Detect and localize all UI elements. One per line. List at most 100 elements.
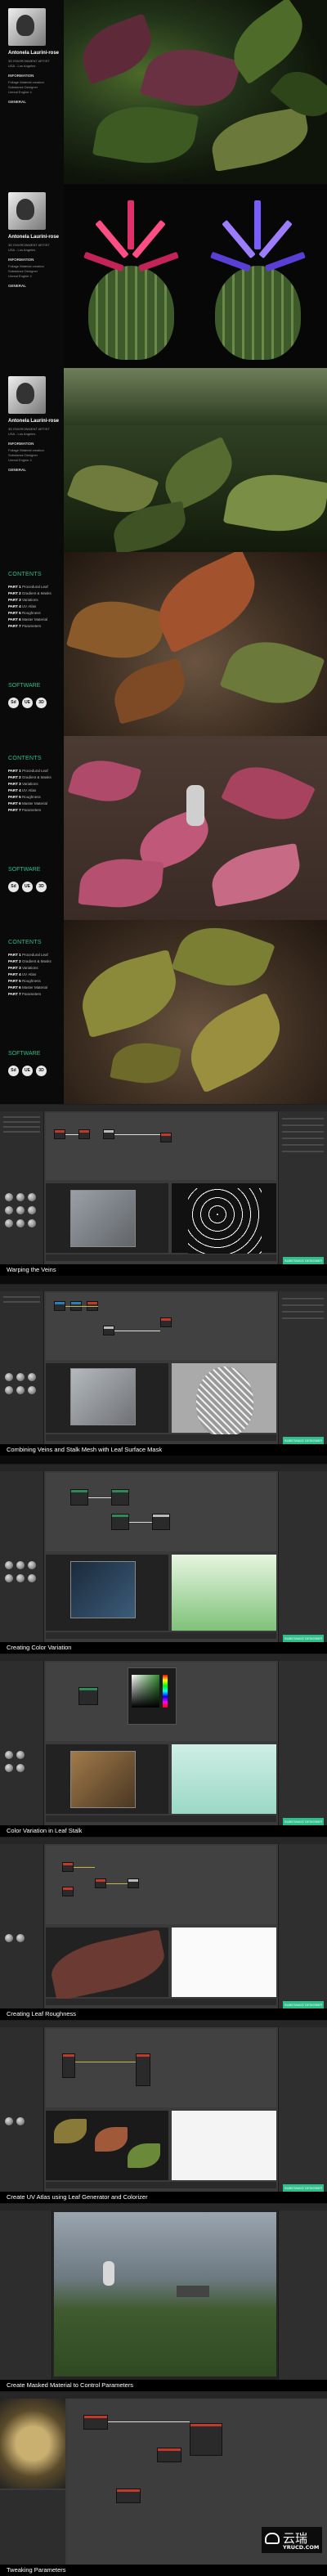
menu-bar[interactable]	[0, 1465, 327, 1471]
contents-item[interactable]: PART 3 Variations	[8, 966, 38, 970]
general-tag: GENERAL	[8, 284, 27, 288]
menu-bar[interactable]	[0, 1285, 327, 1291]
3d-viewport[interactable]	[46, 2111, 168, 2180]
contents-item[interactable]: PART 2 Gradient & Masks	[8, 591, 52, 595]
menu-bar[interactable]	[0, 1105, 327, 1111]
viewport-toolbar[interactable]	[46, 1632, 276, 1639]
viewport-toolbar[interactable]	[46, 1434, 276, 1441]
contents-panel: CONTENTS PART 1 Procedural Leaf PART 2 G…	[0, 920, 64, 1104]
info-line: Foliage Material creation	[8, 264, 44, 268]
2d-viewport[interactable]	[172, 2111, 276, 2180]
info-line: Unreal Engine 4	[8, 90, 32, 94]
contents-item[interactable]: PART 7 Parameters	[8, 808, 41, 812]
node-graph[interactable]	[46, 1846, 276, 1924]
viewport-toolbar[interactable]	[46, 1999, 276, 2005]
library-panel	[0, 1471, 44, 1642]
contents-item[interactable]: PART 4 UV Atlas	[8, 788, 36, 792]
plant-render-pink	[64, 736, 327, 920]
watermark-sub: YRUCD.COM	[283, 2544, 320, 2551]
menu-bar[interactable]	[0, 2204, 327, 2210]
contents-item[interactable]: PART 1 Procedural Leaf	[8, 953, 48, 957]
properties-panel	[278, 1661, 327, 1825]
contents-item[interactable]: PART 3 Variations	[8, 598, 38, 602]
contents-item[interactable]: PART 2 Gradient & Masks	[8, 775, 52, 779]
contents-item[interactable]: PART 6 Master Material	[8, 801, 47, 806]
details-panel	[0, 2490, 65, 2565]
properties-panel	[278, 1291, 327, 1444]
contents-item[interactable]: PART 7 Parameters	[8, 624, 41, 628]
2d-viewport[interactable]	[172, 1555, 276, 1631]
editor-screenshot-1: SUBSTANCE DESIGNER	[0, 1104, 327, 1265]
caption-color-variation: Creating Color Variation	[0, 1642, 327, 1654]
general-tag: GENERAL	[8, 100, 27, 104]
3d-app-icon: 3D	[36, 1066, 47, 1076]
contents-item[interactable]: PART 4 UV Atlas	[8, 604, 36, 608]
node-graph[interactable]	[46, 1113, 276, 1180]
info-line: Substance Designer	[8, 85, 38, 89]
contents-section-3: CONTENTS PART 1 Procedural Leaf PART 2 G…	[0, 920, 327, 1104]
contents-title: CONTENTS	[8, 756, 42, 761]
software-title: SOFTWARE	[8, 1051, 41, 1057]
contents-section-1: CONTENTS PART 1 Procedural Leaf PART 2 G…	[0, 552, 327, 736]
2d-viewport[interactable]	[172, 1183, 276, 1254]
author-panel: Antonela Laurini-rose 3D ENVIRONMENT ART…	[0, 184, 64, 368]
level-viewport[interactable]	[54, 2212, 276, 2376]
contents-title: CONTENTS	[8, 940, 42, 945]
menu-bar[interactable]	[0, 1654, 327, 1661]
contents-item[interactable]: PART 6 Master Material	[8, 617, 47, 622]
contents-item[interactable]: PART 5 Roughness	[8, 979, 41, 983]
contents-item[interactable]: PART 1 Procedural Leaf	[8, 769, 48, 773]
2d-viewport[interactable]	[172, 1928, 276, 1997]
editor-screenshot-6: SUBSTANCE DESIGNER	[0, 2020, 327, 2192]
author-location: USA - Los Angeles	[8, 432, 36, 436]
viewport-toolbar[interactable]	[46, 1254, 276, 1261]
node-graph[interactable]	[46, 1293, 276, 1360]
3d-viewport[interactable]	[46, 1183, 168, 1253]
substance-icon: Sd	[8, 882, 19, 892]
info-heading: INFORMATION	[8, 442, 34, 446]
author-avatar	[8, 8, 46, 46]
contents-item[interactable]: PART 3 Variations	[8, 782, 38, 786]
node-graph[interactable]	[46, 1663, 276, 1741]
hero-section-2: Antonela Laurini-rose 3D ENVIRONMENT ART…	[0, 184, 327, 368]
unreal-icon: UE	[22, 882, 33, 892]
author-role: 3D ENVIRONMENT ARTIST	[8, 59, 50, 63]
material-preview[interactable]	[0, 2399, 65, 2488]
menu-bar[interactable]	[0, 1838, 327, 1844]
unreal-icon: UE	[22, 698, 33, 708]
color-picker[interactable]	[128, 1667, 177, 1725]
contents-item[interactable]: PART 2 Gradient & Masks	[8, 959, 52, 963]
contents-item[interactable]: PART 6 Master Material	[8, 985, 47, 990]
node-graph[interactable]	[46, 1473, 276, 1551]
info-line: Substance Designer	[8, 453, 38, 457]
author-location: USA - Los Angeles	[8, 248, 36, 252]
viewport-toolbar[interactable]	[46, 2182, 276, 2188]
contents-item[interactable]: PART 5 Roughness	[8, 611, 41, 615]
3d-viewport[interactable]	[46, 1744, 168, 1814]
library-panel	[0, 1661, 44, 1825]
caption-leaf-stalk: Color Variation in Leaf Stalk	[0, 1825, 327, 1837]
contents-title: CONTENTS	[8, 572, 42, 577]
caption-leaf-roughness: Creating Leaf Roughness	[0, 2008, 327, 2020]
contents-item[interactable]: PART 4 UV Atlas	[8, 972, 36, 976]
hero-section-1: Antonela Laurini-rose 3D ENVIRONMENT ART…	[0, 0, 327, 184]
3d-viewport[interactable]	[46, 1555, 168, 1631]
node-graph[interactable]	[46, 2029, 276, 2107]
viewport-toolbar[interactable]	[46, 1815, 276, 1822]
2d-viewport[interactable]	[172, 1744, 276, 1814]
caption-uv-atlas: Create UV Atlas using Leaf Generator and…	[0, 2192, 327, 2203]
substance-icon: Sd	[8, 1066, 19, 1076]
menu-bar[interactable]	[0, 2392, 327, 2399]
info-heading: INFORMATION	[8, 258, 34, 262]
2d-viewport[interactable]	[172, 1363, 276, 1437]
3d-viewport[interactable]	[46, 1928, 169, 2001]
contents-item[interactable]: PART 1 Procedural Leaf	[8, 585, 48, 589]
menu-bar[interactable]	[0, 2021, 327, 2027]
contents-item[interactable]: PART 7 Parameters	[8, 992, 41, 996]
contents-item[interactable]: PART 5 Roughness	[8, 795, 41, 799]
substance-icon: Sd	[8, 698, 19, 708]
3d-app-icon: 3D	[36, 698, 47, 708]
3d-viewport[interactable]	[46, 1363, 168, 1433]
author-location: USA - Los Angeles	[8, 64, 36, 68]
character-figure	[186, 785, 204, 826]
